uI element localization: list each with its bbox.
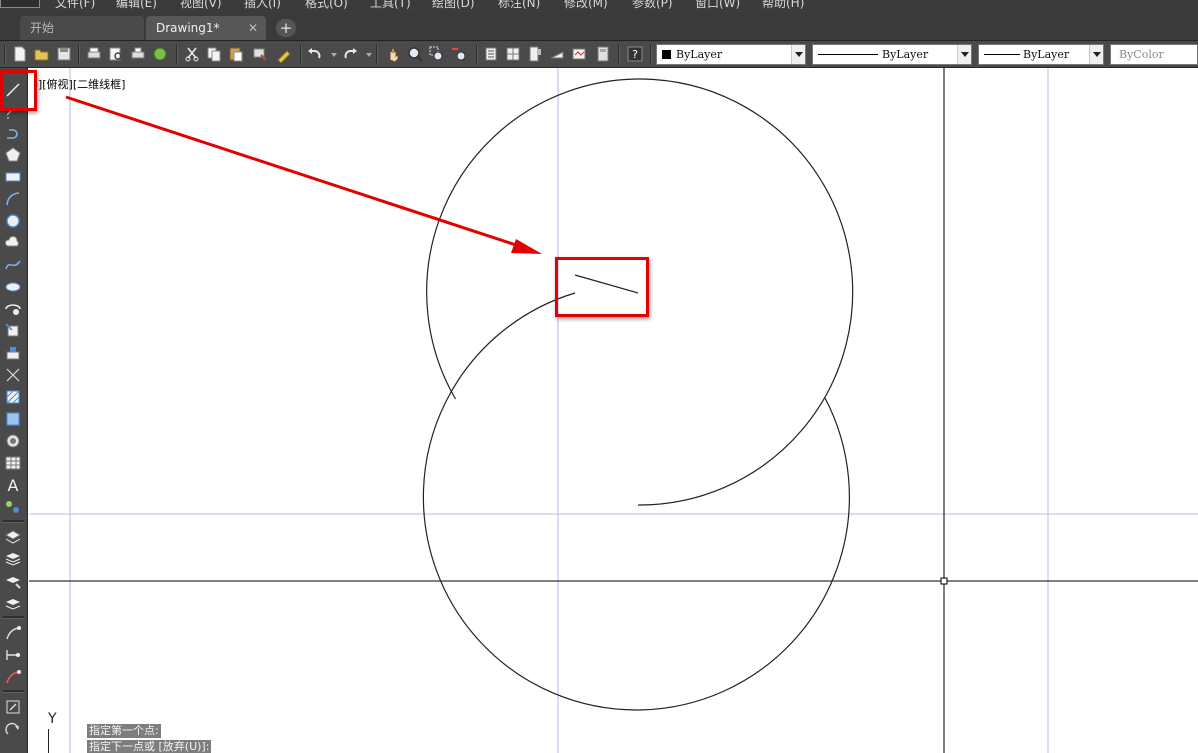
annotation-arrow-shaft <box>65 95 520 248</box>
annotation-arrow <box>65 95 542 254</box>
annotation-arrowhead <box>511 239 542 254</box>
